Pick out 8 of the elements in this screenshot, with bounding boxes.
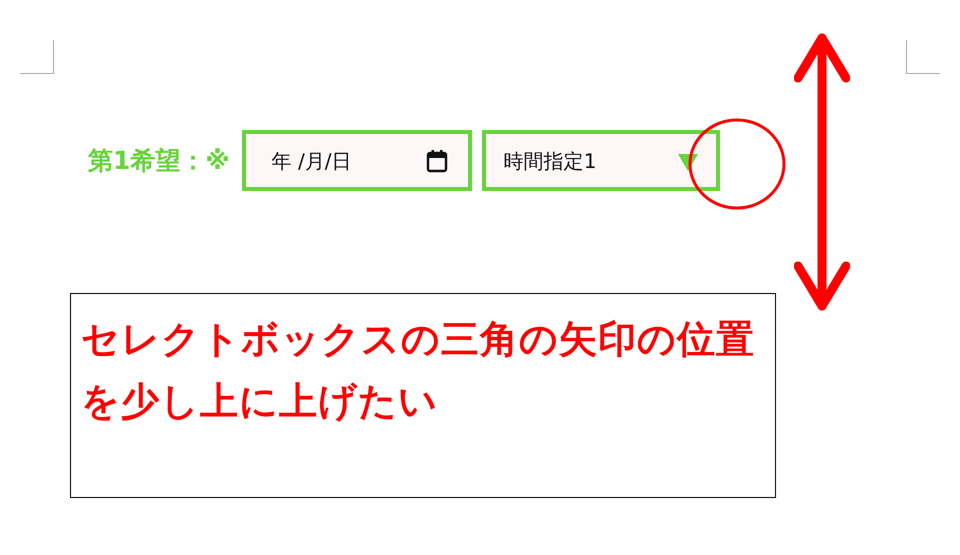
dropdown-triangle-icon[interactable] bbox=[678, 154, 698, 171]
field-label: 第1希望：※ bbox=[88, 144, 230, 177]
note-text: セレクトボックスの三角の矢印の位置を少し上に上げたい bbox=[81, 316, 756, 425]
date-field[interactable]: 年 /月/日 bbox=[242, 130, 472, 191]
time-select[interactable]: 時間指定1 bbox=[482, 130, 720, 191]
calendar-icon[interactable] bbox=[426, 148, 448, 172]
corner-mark bbox=[906, 40, 940, 74]
corner-mark bbox=[20, 40, 54, 74]
